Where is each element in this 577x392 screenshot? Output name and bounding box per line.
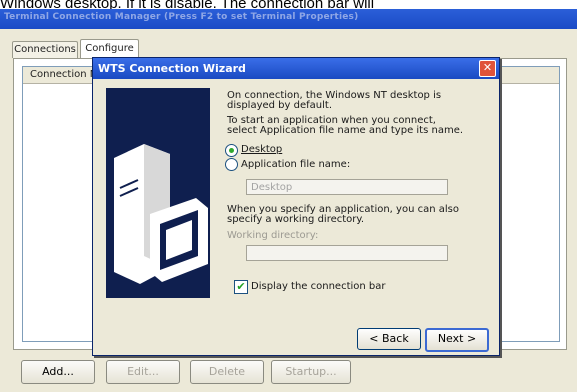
intro-text-4: select Application file name and type it… <box>227 125 464 136</box>
window-titlebar: Terminal Connection Manager (Press F2 to… <box>0 9 577 29</box>
connection-bar-label[interactable]: Display the connection bar <box>251 281 386 292</box>
tab-configure[interactable]: Configure <box>80 39 139 59</box>
radio-application[interactable] <box>225 158 238 171</box>
add-button[interactable]: Add... <box>21 360 95 384</box>
wizard-graphic <box>106 88 210 298</box>
computer-icon <box>114 144 208 284</box>
radio-application-label[interactable]: Application file name: <box>241 159 350 170</box>
connection-bar-checkbox[interactable]: ✔ <box>234 280 248 294</box>
dialog-titlebar: WTS Connection Wizard ✕ <box>93 58 499 79</box>
back-button[interactable]: < Back <box>357 328 421 350</box>
workdir-text-2: specify a working directory. <box>227 214 365 225</box>
close-icon[interactable]: ✕ <box>479 60 496 77</box>
next-button[interactable]: Next > <box>425 328 489 352</box>
tab-connections[interactable]: Connections <box>12 41 78 58</box>
radio-desktop-label[interactable]: Desktop <box>241 144 282 155</box>
dialog-title: WTS Connection Wizard <box>98 62 246 75</box>
working-directory-field[interactable] <box>246 245 448 261</box>
radio-desktop[interactable] <box>225 144 238 157</box>
startup-button[interactable]: Startup... <box>271 360 351 384</box>
application-file-field[interactable]: Desktop <box>246 179 448 195</box>
wizard-dialog: WTS Connection Wizard ✕ On connection, t… <box>92 57 500 356</box>
delete-button[interactable]: Delete <box>190 360 264 384</box>
workdir-label: Working directory: <box>227 230 319 241</box>
window-title: Terminal Connection Manager (Press F2 to… <box>4 12 359 22</box>
intro-text-2: displayed by default. <box>227 100 332 111</box>
edit-button[interactable]: Edit... <box>106 360 180 384</box>
column-header-connection[interactable]: Connection N <box>30 69 97 80</box>
